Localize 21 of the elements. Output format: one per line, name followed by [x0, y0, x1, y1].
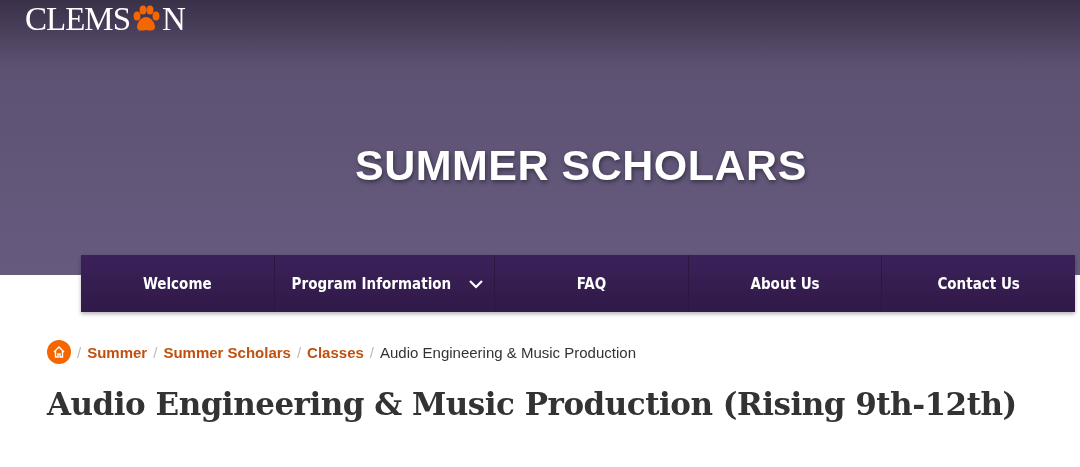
breadcrumb-link[interactable]: Summer Scholars	[163, 343, 291, 361]
breadcrumb-separator: /	[296, 343, 302, 361]
hero-title: SUMMER SCHOLARS	[355, 144, 807, 187]
home-button[interactable]	[47, 340, 71, 364]
breadcrumb-separator: /	[153, 343, 158, 361]
breadcrumb-separator: /	[77, 343, 82, 361]
nav-link[interactable]: About Us	[688, 255, 883, 312]
breadcrumb-link[interactable]: Classes	[307, 343, 364, 361]
paw-icon	[131, 4, 162, 34]
breadcrumb-current: Audio Engineering & Music Production	[380, 343, 636, 361]
home-icon	[52, 345, 66, 359]
logo-text[interactable]: CLEMS	[25, 2, 131, 36]
nav-link[interactable]: FAQ	[495, 255, 689, 312]
nav-link[interactable]: Contact Us	[882, 255, 1075, 312]
nav-link[interactable]: Welcome	[81, 255, 275, 312]
nav-link[interactable]: Program Information	[274, 255, 496, 312]
page-title: Audio Engineering & Music Production (Rising 9th-12th)	[47, 386, 1018, 422]
breadcrumb-link[interactable]: Summer	[87, 343, 148, 361]
breadcrumb-separator: /	[369, 343, 374, 361]
logo-text[interactable]: N	[162, 2, 185, 36]
chevron-down-icon	[468, 278, 485, 289]
